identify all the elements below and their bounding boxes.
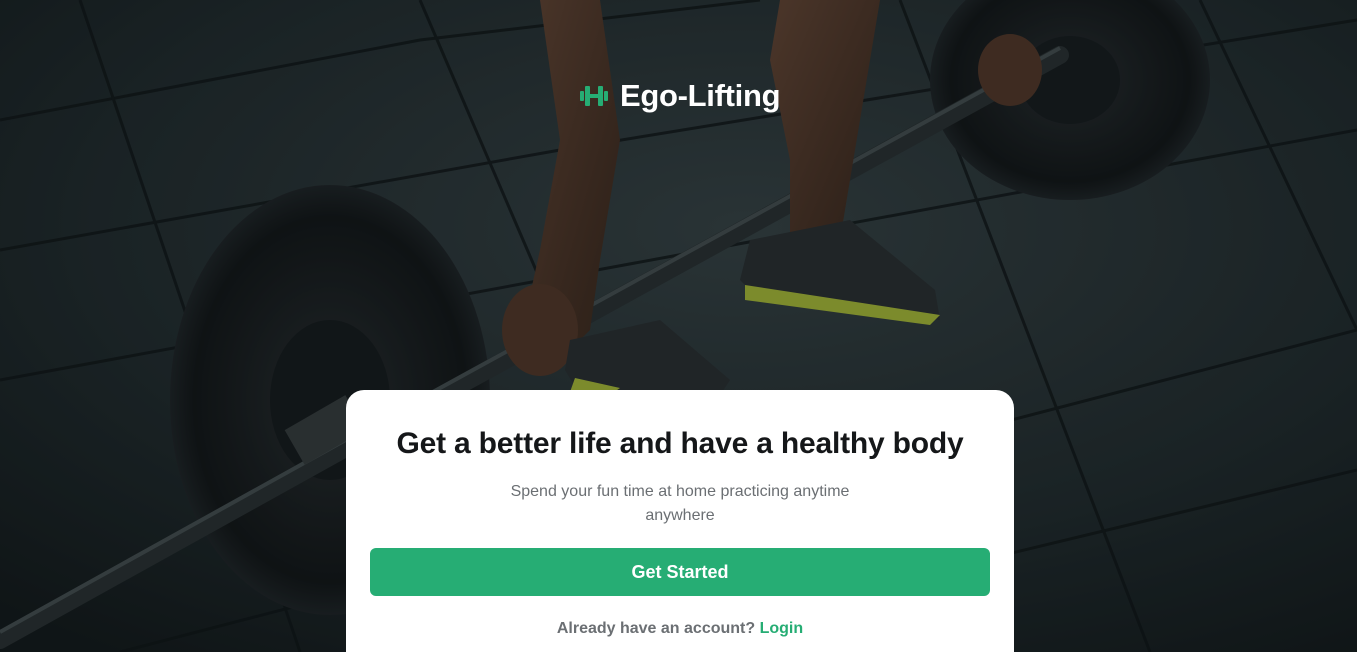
brand-name: Ego-Lifting <box>620 78 781 113</box>
card-subtitle: Spend your fun time at home practicing a… <box>510 483 850 524</box>
card-title: Get a better life and have a healthy bod… <box>396 427 964 460</box>
get-started-button[interactable]: Get Started <box>370 548 990 596</box>
dumbbell-icon <box>580 86 608 106</box>
welcome-card: Get a better life and have a healthy bod… <box>346 390 1014 652</box>
login-link[interactable]: Login <box>760 620 804 637</box>
hero-section: Ego-Lifting Get a better life and have a… <box>0 0 1357 652</box>
login-prompt: Already have an account? <box>556 620 756 637</box>
brand-logo[interactable]: Ego-Lifting <box>578 78 781 114</box>
login-row: Already have an account? Login <box>370 618 990 640</box>
